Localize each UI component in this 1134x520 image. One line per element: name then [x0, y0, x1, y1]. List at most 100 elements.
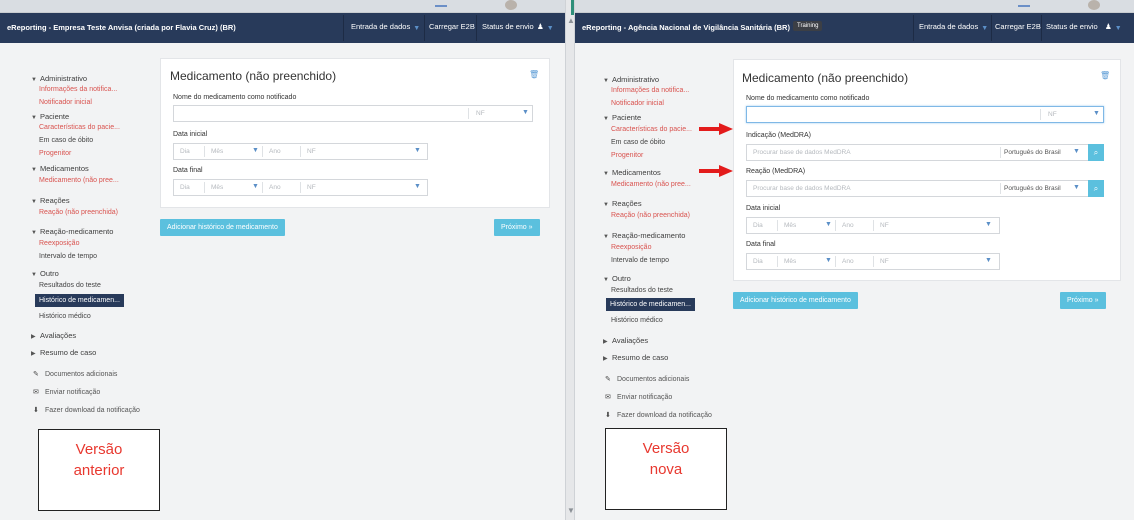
profile-avatar-icon[interactable]	[1088, 0, 1100, 10]
sidebar-section-evaluations[interactable]: ▶ Avaliações	[31, 331, 76, 340]
sidebar-item-medication-history[interactable]: Histórico de medicamen...	[35, 294, 124, 307]
sidebar-item-reaction[interactable]: Reação (não preenchida)	[39, 209, 118, 216]
sidebar-section-admin[interactable]: ▼ Administrativo	[31, 74, 87, 83]
indication-search-input[interactable]: Procurar base de dados MedDRA	[753, 149, 851, 156]
year-input[interactable]: Ano	[842, 258, 854, 265]
reaction-search-field[interactable]: Procurar base de dados MedDRA Português …	[746, 180, 1104, 197]
user-menu[interactable]: ♟ ▼	[537, 22, 554, 32]
sidebar-item-test-results[interactable]: Resultados do teste	[611, 287, 673, 294]
sidebar-section-medications[interactable]: ▼ Medicamentos	[603, 168, 661, 177]
sidebar-section-case-summary[interactable]: ▶ Resumo de caso	[603, 353, 668, 362]
sidebar-section-patient[interactable]: ▼ Paciente	[31, 112, 69, 121]
next-button[interactable]: Próximo »	[1060, 292, 1106, 309]
menu-data-entry[interactable]: Entrada de dados ▼	[351, 22, 420, 32]
search-icon[interactable]: ⌕	[1088, 180, 1104, 197]
med-name-input[interactable]: NF ▼	[746, 106, 1104, 123]
sidebar-item-medical-history[interactable]: Histórico médico	[611, 317, 663, 324]
sidebar-item-reexposure[interactable]: Reexposição	[39, 240, 79, 247]
sidebar-section-other[interactable]: ▼ Outro	[31, 269, 59, 278]
year-input[interactable]: Ano	[842, 222, 854, 229]
menu-data-entry[interactable]: Entrada de dados ▼	[919, 22, 988, 32]
start-date-field[interactable]: Dia Mês ▼ Ano NF ▼	[746, 217, 1000, 234]
scroll-down-icon[interactable]: ▼	[567, 506, 575, 515]
day-input[interactable]: Dia	[180, 148, 190, 155]
sidebar-item-patient-characteristics[interactable]: Características do pacie...	[611, 126, 692, 133]
month-select[interactable]: Mês	[784, 258, 796, 265]
nullflavor-select[interactable]: NF	[476, 110, 485, 117]
sidebar-item-parent[interactable]: Progenitor	[611, 152, 643, 159]
end-date-field[interactable]: Dia Mês ▼ Ano NF ▼	[746, 253, 1000, 270]
nullflavor-select[interactable]: NF	[307, 184, 316, 191]
sidebar-link-additional-docs[interactable]: ✎ Documentos adicionais	[605, 375, 689, 383]
sidebar-item-reaction[interactable]: Reação (não preenchida)	[611, 212, 690, 219]
profile-avatar-icon[interactable]	[505, 0, 517, 10]
reaction-search-input[interactable]: Procurar base de dados MedDRA	[753, 185, 851, 192]
month-select[interactable]: Mês	[211, 148, 223, 155]
year-input[interactable]: Ano	[269, 184, 281, 191]
sidebar-item-medication[interactable]: Medicamento (não pree...	[39, 177, 119, 184]
year-input[interactable]: Ano	[269, 148, 281, 155]
user-menu[interactable]: ♟ ▼	[1105, 22, 1122, 32]
sidebar-link-download-report[interactable]: ⬇ Fazer download da notificação	[33, 406, 140, 414]
trash-icon[interactable]: 🗑	[529, 70, 539, 79]
menu-load-e2b[interactable]: Carregar E2B	[995, 22, 1041, 31]
day-input[interactable]: Dia	[753, 258, 763, 265]
sidebar-section-reaction-medication[interactable]: ▼ Reação-medicamento	[31, 227, 113, 236]
sidebar-item-medication-history[interactable]: Histórico de medicamen...	[606, 298, 695, 311]
sidebar-link-send-report[interactable]: ✉ Enviar notificação	[33, 388, 100, 396]
search-icon[interactable]: ⌕	[1088, 144, 1104, 161]
start-date-field[interactable]: Dia Mês ▼ Ano NF ▼	[173, 143, 428, 160]
sidebar-section-reactions[interactable]: ▼ Reações	[603, 199, 642, 208]
menu-load-e2b[interactable]: Carregar E2B	[429, 22, 475, 31]
sidebar-item-time-interval[interactable]: Intervalo de tempo	[39, 253, 97, 260]
sidebar-link-send-report[interactable]: ✉ Enviar notificação	[605, 393, 672, 401]
month-select[interactable]: Mês	[211, 184, 223, 191]
nullflavor-select[interactable]: NF	[1048, 111, 1057, 118]
sidebar-item-initial-reporter[interactable]: Notificador inicial	[611, 100, 664, 107]
app-brand[interactable]: eReporting - Agência Nacional de Vigilân…	[582, 23, 790, 32]
toolbar-icon[interactable]	[1018, 5, 1030, 7]
indication-search-field[interactable]: Procurar base de dados MedDRA Português …	[746, 144, 1104, 161]
sidebar-item-time-interval[interactable]: Intervalo de tempo	[611, 257, 669, 264]
nullflavor-select[interactable]: NF	[880, 222, 889, 229]
sidebar-item-initial-reporter[interactable]: Notificador inicial	[39, 99, 92, 106]
nullflavor-select[interactable]: NF	[307, 148, 316, 155]
sidebar-section-patient[interactable]: ▼ Paciente	[603, 113, 641, 122]
sidebar-item-parent[interactable]: Progenitor	[39, 150, 71, 157]
sidebar-item-death[interactable]: Em caso de óbito	[611, 139, 665, 146]
menu-send-status[interactable]: Status de envio	[1046, 22, 1098, 31]
day-input[interactable]: Dia	[180, 184, 190, 191]
language-select[interactable]: Português do Brasil	[1004, 185, 1061, 192]
end-date-field[interactable]: Dia Mês ▼ Ano NF ▼	[173, 179, 428, 196]
sidebar-item-medication[interactable]: Medicamento (não pree...	[611, 181, 691, 188]
menu-send-status[interactable]: Status de envio	[482, 22, 534, 31]
sidebar-section-evaluations[interactable]: ▶ Avaliações	[603, 336, 648, 345]
day-input[interactable]: Dia	[753, 222, 763, 229]
trash-icon[interactable]: 🗑	[1100, 71, 1110, 80]
app-brand[interactable]: eReporting - Empresa Teste Anvisa (criad…	[7, 23, 236, 32]
month-select[interactable]: Mês	[784, 222, 796, 229]
sidebar-section-other[interactable]: ▼ Outro	[603, 274, 631, 283]
sidebar-section-reactions[interactable]: ▼ Reações	[31, 196, 70, 205]
sidebar-section-admin[interactable]: ▼ Administrativo	[603, 75, 659, 84]
sidebar-link-additional-docs[interactable]: ✎ Documentos adicionais	[33, 370, 117, 378]
sidebar-item-death[interactable]: Em caso de óbito	[39, 137, 93, 144]
sidebar-item-reexposure[interactable]: Reexposição	[611, 244, 651, 251]
sidebar-item-admin-info[interactable]: Informações da notifica...	[39, 86, 117, 93]
nullflavor-select[interactable]: NF	[880, 258, 889, 265]
toolbar-icon[interactable]	[435, 5, 447, 7]
med-name-input[interactable]: NF ▼	[173, 105, 533, 122]
add-medication-history-button[interactable]: Adicionar histórico de medicamento	[733, 292, 858, 309]
sidebar-section-medications[interactable]: ▼ Medicamentos	[31, 164, 89, 173]
language-select[interactable]: Português do Brasil	[1004, 149, 1061, 156]
sidebar-section-case-summary[interactable]: ▶ Resumo de caso	[31, 348, 96, 357]
add-medication-history-button[interactable]: Adicionar histórico de medicamento	[160, 219, 285, 236]
next-button[interactable]: Próximo »	[494, 219, 540, 236]
sidebar-item-patient-characteristics[interactable]: Características do pacie...	[39, 124, 120, 131]
scroll-up-icon[interactable]: ▲	[567, 16, 575, 25]
sidebar-link-download-report[interactable]: ⬇ Fazer download da notificação	[605, 411, 712, 419]
sidebar-item-medical-history[interactable]: Histórico médico	[39, 313, 91, 320]
window-scrollbar[interactable]: ▲ ▼	[565, 0, 575, 520]
sidebar-item-test-results[interactable]: Resultados do teste	[39, 282, 101, 289]
sidebar-section-reaction-medication[interactable]: ▼ Reação-medicamento	[603, 231, 685, 240]
